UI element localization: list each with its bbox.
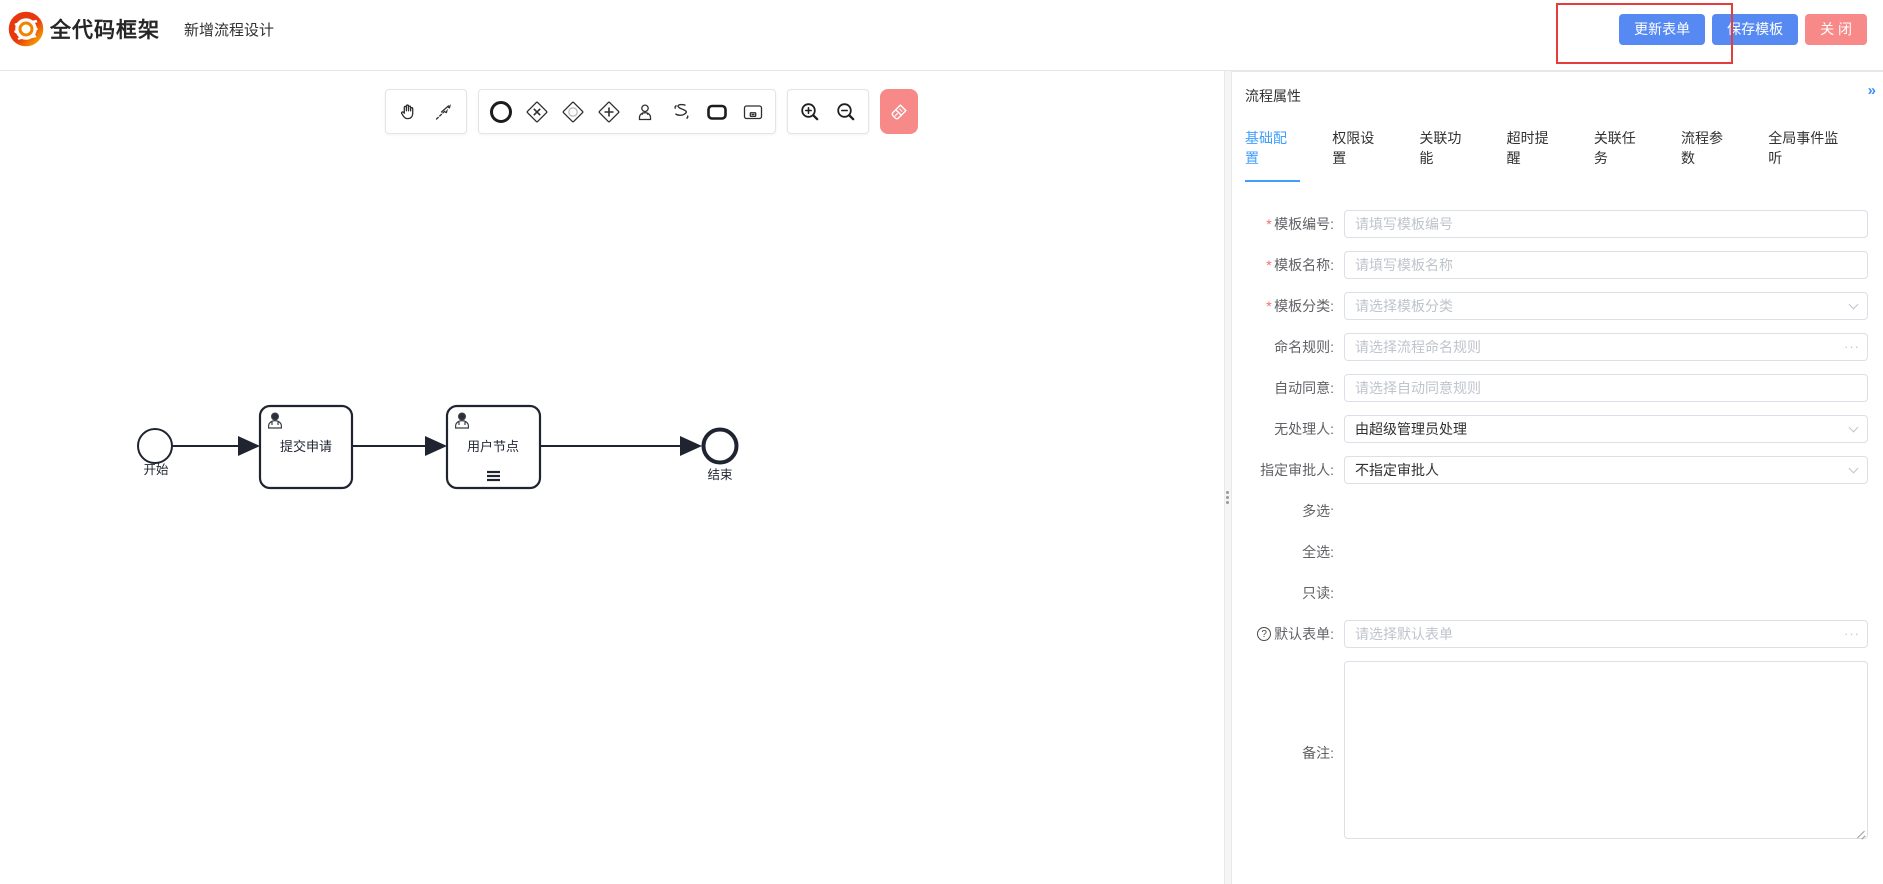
required-mark: *: [1266, 216, 1271, 232]
field-label: 无处理人:: [1274, 419, 1334, 439]
tab-process-params[interactable]: 流程参数: [1681, 128, 1736, 182]
form-row-template-category: *模板分类:: [1232, 292, 1868, 320]
form-row-assigned-approver: 指定审批人:: [1232, 456, 1868, 484]
field-label: 只读:: [1302, 583, 1334, 603]
assigned-approver-select[interactable]: [1344, 456, 1868, 484]
field-label: 备注:: [1302, 743, 1334, 763]
no-handler-select[interactable]: [1344, 415, 1868, 443]
toolbar-group-tools: [385, 89, 467, 134]
svg-text:提交申请: 提交申请: [280, 439, 332, 454]
form-row-multi-select: 多选:: [1232, 497, 1868, 525]
save-template-button[interactable]: 保存模板: [1712, 14, 1798, 45]
template-category-select[interactable]: [1344, 292, 1868, 320]
form-row-template-code: *模板编号:: [1232, 210, 1868, 238]
main-area: 开始 提交申请: [0, 71, 1883, 884]
template-code-input[interactable]: [1344, 210, 1868, 238]
brush-icon: [888, 101, 910, 123]
form-row-auto-agree: 自动同意:: [1232, 374, 1868, 402]
field-label: 模板分类:: [1274, 296, 1334, 316]
canvas-toolbar: [385, 89, 918, 134]
help-icon[interactable]: ?: [1257, 627, 1271, 641]
user-task-node-usernode[interactable]: 用户节点: [447, 406, 540, 488]
panel-tabs: 基础配置 权限设置 关联功能 超时提醒 关联任务 流程参数 全局事件监听: [1245, 128, 1883, 182]
tab-related-function[interactable]: 关联功能: [1419, 128, 1474, 182]
tab-related-task[interactable]: 关联任务: [1594, 128, 1649, 182]
form-row-readonly: 只读:: [1232, 579, 1868, 607]
bpmn-canvas[interactable]: 开始 提交申请: [0, 71, 1224, 884]
field-label: 指定审批人:: [1260, 460, 1334, 480]
start-event-icon[interactable]: [486, 97, 516, 127]
tab-permission[interactable]: 权限设置: [1332, 128, 1387, 182]
script-task-icon[interactable]: [666, 97, 696, 127]
field-label: 模板编号:: [1274, 214, 1334, 234]
panel-resize-handle[interactable]: [1224, 71, 1232, 884]
auto-agree-input[interactable]: [1344, 374, 1868, 402]
svg-text:结束: 结束: [707, 468, 733, 482]
ellipsis-icon[interactable]: ···: [1844, 333, 1860, 361]
form-row-naming-rule: 命名规则: ···: [1232, 333, 1868, 361]
field-label: 命名规则:: [1274, 337, 1334, 357]
required-mark: *: [1266, 298, 1271, 314]
form-row-select-all: 全选:: [1232, 538, 1868, 566]
exclusive-gateway-icon[interactable]: [522, 97, 552, 127]
brand: 全代码框架: [8, 11, 160, 47]
panel-title: 流程属性: [1245, 86, 1869, 106]
collapsed-subprocess-icon[interactable]: [738, 97, 768, 127]
form-row-default-form: ? 默认表单: ···: [1232, 620, 1868, 648]
remark-textarea[interactable]: [1344, 661, 1868, 839]
intermediate-event-icon[interactable]: [558, 97, 588, 127]
field-label: 自动同意:: [1274, 378, 1334, 398]
tab-timeout-remind[interactable]: 超时提醒: [1507, 128, 1562, 182]
svg-text:用户节点: 用户节点: [467, 439, 519, 454]
form-row-remark: 备注:: [1232, 661, 1868, 844]
start-event-node[interactable]: 开始: [138, 429, 172, 477]
global-connect-tool-icon[interactable]: [429, 97, 459, 127]
naming-rule-input[interactable]: [1344, 333, 1868, 361]
template-name-input[interactable]: [1344, 251, 1868, 279]
zoom-in-icon[interactable]: [795, 97, 825, 127]
field-label: 默认表单:: [1274, 624, 1334, 644]
drag-dots-icon: [1226, 489, 1229, 506]
hand-tool-icon[interactable]: [393, 97, 423, 127]
collapse-panel-icon[interactable]: »: [1868, 82, 1874, 99]
parallel-gateway-icon[interactable]: [594, 97, 624, 127]
brand-logo-icon: [8, 11, 44, 47]
close-button[interactable]: 关 闭: [1805, 14, 1867, 45]
properties-panel: 流程属性 » 基础配置 权限设置 关联功能 超时提醒 关联任务 流程参数 全局事…: [1232, 71, 1883, 884]
field-label: 模板名称:: [1274, 255, 1334, 275]
clear-canvas-button[interactable]: [880, 89, 918, 134]
basic-config-form: *模板编号: *模板名称: *模板分类: 命名规则: ···: [1232, 210, 1883, 844]
app-header: 全代码框架 新增流程设计 更新表单 保存模板 关 闭: [0, 0, 1883, 71]
brand-title: 全代码框架: [50, 14, 160, 44]
page-title: 新增流程设计: [184, 19, 274, 40]
svg-text:开始: 开始: [143, 463, 169, 477]
toolbar-group-zoom: [787, 89, 869, 134]
default-form-input[interactable]: [1344, 620, 1868, 648]
header-actions: 更新表单 保存模板 关 闭: [1619, 14, 1867, 45]
field-label: 全选:: [1302, 542, 1334, 562]
task-icon[interactable]: [702, 97, 732, 127]
form-row-template-name: *模板名称:: [1232, 251, 1868, 279]
zoom-out-icon[interactable]: [831, 97, 861, 127]
ellipsis-icon[interactable]: ···: [1844, 620, 1860, 648]
bpmn-diagram: 开始 提交申请: [0, 71, 1224, 884]
end-event-node[interactable]: 结束: [704, 430, 737, 483]
toolbar-group-palette: [478, 89, 776, 134]
tab-basic-config[interactable]: 基础配置: [1245, 128, 1300, 182]
user-task-node-submit[interactable]: 提交申请: [260, 406, 352, 488]
form-row-no-handler: 无处理人:: [1232, 415, 1868, 443]
required-mark: *: [1266, 257, 1271, 273]
update-form-button[interactable]: 更新表单: [1619, 14, 1705, 45]
user-task-icon[interactable]: [630, 97, 660, 127]
tab-global-event-listener[interactable]: 全局事件监听: [1768, 128, 1851, 182]
